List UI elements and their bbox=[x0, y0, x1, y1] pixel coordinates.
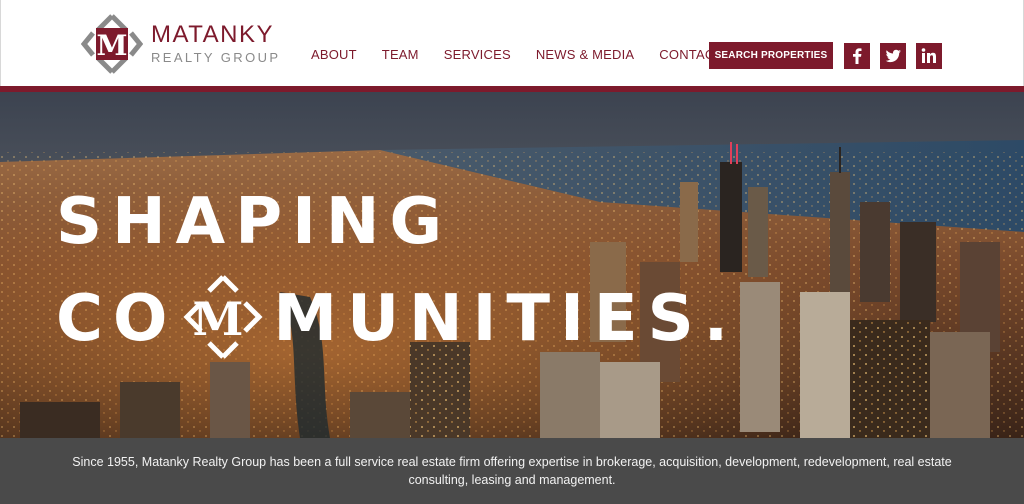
linkedin-icon bbox=[921, 48, 936, 63]
intro-section: Since 1955, Matanky Realty Group has bee… bbox=[0, 438, 1024, 504]
linkedin-link[interactable] bbox=[916, 43, 942, 69]
facebook-link[interactable] bbox=[844, 43, 870, 69]
facebook-icon bbox=[853, 48, 862, 64]
brand-name: MATANKY bbox=[151, 21, 274, 48]
company-logo[interactable]: M MATANKY REALTY GROUP bbox=[80, 13, 281, 75]
nav-news-media[interactable]: NEWS & MEDIA bbox=[536, 47, 634, 62]
logo-letter: M bbox=[97, 29, 128, 62]
hero-banner: SHAPING CO M MUNITIES. bbox=[0, 92, 1024, 438]
hero-headline-part2: MUNITIES. bbox=[273, 282, 738, 356]
hero-m-emblem-icon: M bbox=[179, 273, 267, 361]
hero-headline-part1: CO bbox=[56, 282, 178, 356]
site-header: M MATANKY REALTY GROUP ABOUT TEAM SERVIC… bbox=[0, 0, 1024, 86]
brand-subtitle: REALTY GROUP bbox=[151, 50, 281, 65]
intro-text: Since 1955, Matanky Realty Group has bee… bbox=[72, 455, 952, 487]
nav-services[interactable]: SERVICES bbox=[444, 47, 511, 62]
search-properties-button[interactable]: SEARCH PROPERTIES bbox=[709, 42, 833, 69]
city-skyline-image bbox=[0, 92, 1024, 438]
hero-headline-line1: SHAPING bbox=[56, 185, 452, 259]
logo-diamond-icon: M bbox=[80, 13, 144, 75]
main-nav: ABOUT TEAM SERVICES NEWS & MEDIA CONTACT bbox=[311, 47, 723, 62]
hero-emblem-letter: M bbox=[193, 292, 254, 346]
twitter-link[interactable] bbox=[880, 43, 906, 69]
nav-team[interactable]: TEAM bbox=[382, 47, 419, 62]
twitter-icon bbox=[885, 49, 901, 63]
hero-headline-line2: CO M MUNITIES. bbox=[56, 275, 738, 363]
nav-about[interactable]: ABOUT bbox=[311, 47, 357, 62]
